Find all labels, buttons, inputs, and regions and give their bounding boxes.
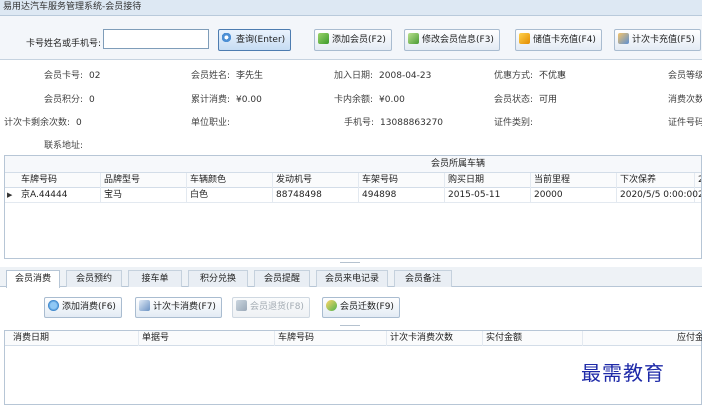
- search-label: 卡号姓名或手机号:: [26, 39, 102, 49]
- member-consume-count: 消费次数: [668, 95, 702, 105]
- member-balance: 卡内余额: ¥0.00: [334, 95, 405, 105]
- search-icon: [222, 33, 233, 44]
- consumption-col-date[interactable]: 消费日期: [5, 331, 139, 346]
- vehicle-color: 白色: [187, 188, 273, 203]
- vehicle-col-engine[interactable]: 发动机号: [273, 173, 359, 188]
- transfer-icon: [326, 300, 337, 311]
- add-member-label: 添加会员(F2): [332, 35, 386, 45]
- splitter-handle[interactable]: [340, 262, 360, 263]
- member-card-no: 会员卡号: 02: [44, 71, 101, 81]
- tab-reception-order[interactable]: 接车单: [128, 270, 182, 287]
- vehicle-col-plate[interactable]: 车牌号码: [5, 173, 101, 188]
- member-join-date: 加入日期: 2008-04-23: [334, 71, 432, 81]
- count-card-consume-button[interactable]: 计次卡消费(F7): [135, 297, 222, 318]
- detail-tabs: 会员消费 会员预约 接车单 积分兑换 会员提醒 会员来电记录 会员备注: [0, 267, 702, 288]
- vehicle-mileage: 20000: [531, 188, 617, 203]
- count-card-icon: [618, 33, 629, 44]
- member-employer: 单位职业:: [191, 118, 231, 128]
- vehicle-col-purchase-date[interactable]: 购买日期: [445, 173, 531, 188]
- card-icon: [139, 300, 150, 311]
- member-level: 会员等级: [668, 71, 702, 81]
- member-phone: 手机号: 13088863270: [344, 118, 444, 128]
- member-id-no: 证件号码: [668, 118, 702, 128]
- vehicle-col-frame[interactable]: 车架号码: [359, 173, 445, 188]
- edit-member-label: 修改会员信息(F3): [422, 35, 494, 45]
- consumption-col-payable[interactable]: 应付金额: [583, 331, 702, 346]
- vehicle-purchase-date: 2015-05-11: [445, 188, 531, 203]
- return-icon: [236, 300, 247, 311]
- consumption-col-plate[interactable]: 车牌号码: [275, 331, 387, 346]
- add-member-icon: [318, 33, 329, 44]
- vehicle-col-next-service[interactable]: 下次保养: [617, 173, 695, 188]
- add-circle-icon: [48, 300, 59, 311]
- vehicle-plate: 京A.44444: [5, 188, 101, 203]
- tab-call-records[interactable]: 会员来电记录: [316, 270, 388, 287]
- vehicle-col-extra[interactable]: 2: [695, 173, 701, 188]
- edit-member-button[interactable]: 修改会员信息(F3): [404, 29, 500, 51]
- member-info-panel: 会员卡号: 02 会员姓名: 李先生 加入日期: 2008-04-23 优惠方式: 不优…: [0, 60, 702, 153]
- vehicle-engine: 88748498: [273, 188, 359, 203]
- tab-member-reminder[interactable]: 会员提醒: [254, 270, 310, 287]
- vehicle-next-service: 2020/5/5 0:00:00: [617, 188, 698, 203]
- member-points: 会员积分: 0: [44, 95, 95, 105]
- watermark-text: 最需教育: [581, 361, 665, 385]
- vehicle-extra: 2: [695, 188, 701, 203]
- stored-value-recharge-button[interactable]: 储值卡充值(F4): [515, 29, 602, 51]
- consumption-col-paid[interactable]: 实付金额: [483, 331, 583, 346]
- add-consumption-label: 添加消费(F6): [62, 302, 116, 312]
- query-button[interactable]: 查询(Enter): [218, 29, 292, 51]
- member-migrate-button[interactable]: 会员迁数(F9): [322, 297, 400, 318]
- member-id-type: 证件类别:: [494, 118, 534, 128]
- member-total-spent: 累计消费: ¥0.00: [191, 95, 262, 105]
- vehicle-brand: 宝马: [101, 188, 187, 203]
- consumption-col-count-consume[interactable]: 计次卡消费次数: [387, 331, 483, 346]
- count-card-consume-label: 计次卡消费(F7): [153, 302, 216, 312]
- vehicle-grid: 会员所属车辆 车牌号码 品牌型号 车辆颜色 发动机号 车架号码 购买日期 当前里…: [4, 155, 702, 259]
- tab-member-consumption[interactable]: 会员消费: [6, 270, 60, 288]
- vehicle-col-brand[interactable]: 品牌型号: [101, 173, 187, 188]
- vehicle-col-color[interactable]: 车辆颜色: [187, 173, 273, 188]
- vehicle-col-mileage[interactable]: 当前里程: [531, 173, 617, 188]
- member-migrate-label: 会员迁数(F9): [340, 302, 394, 312]
- consumption-toolbar: 添加消费(F6) 计次卡消费(F7) 会员退货(F8) 会员迁数(F9): [0, 288, 702, 324]
- window-title: 易用达汽车服务管理系统-会员接待: [0, 0, 702, 16]
- tab-member-appointment[interactable]: 会员预约: [66, 270, 122, 287]
- member-count-remaining: 计次卡剩余次数: 0: [4, 118, 82, 128]
- search-toolbar: 卡号姓名或手机号: 查询(Enter) 添加会员(F2) 修改会员信息(F3) …: [0, 16, 702, 60]
- stored-value-recharge-label: 储值卡充值(F4): [533, 35, 596, 45]
- member-status: 会员状态: 可用: [494, 95, 558, 105]
- member-return-button[interactable]: 会员退货(F8): [232, 297, 310, 318]
- count-card-recharge-button[interactable]: 计次卡充值(F5): [614, 29, 701, 51]
- add-member-button[interactable]: 添加会员(F2): [314, 29, 392, 51]
- splitter-handle-lower[interactable]: [340, 325, 360, 326]
- tab-points-exchange[interactable]: 积分兑换: [188, 270, 248, 287]
- vehicle-grid-caption: 会员所属车辆: [5, 156, 701, 173]
- member-name: 会员姓名: 李先生: [191, 71, 264, 81]
- member-return-label: 会员退货(F8): [250, 302, 304, 312]
- search-input[interactable]: [103, 29, 209, 49]
- consumption-grid-header: 消费日期 单据号 车牌号码 计次卡消费次数 实付金额 应付金额: [5, 331, 702, 346]
- consumption-col-bill-no[interactable]: 单据号: [139, 331, 275, 346]
- member-address: 联系地址:: [44, 141, 84, 151]
- tab-member-notes[interactable]: 会员备注: [394, 270, 452, 287]
- wallet-icon: [519, 33, 530, 44]
- add-consumption-button[interactable]: 添加消费(F6): [44, 297, 122, 318]
- query-button-label: 查询(Enter): [236, 35, 286, 45]
- vehicle-grid-header: 车牌号码 品牌型号 车辆颜色 发动机号 车架号码 购买日期 当前里程 下次保养 …: [5, 173, 701, 188]
- count-card-recharge-label: 计次卡充值(F5): [632, 35, 695, 45]
- vehicle-frame: 494898: [359, 188, 445, 203]
- edit-member-icon: [408, 33, 419, 44]
- table-row[interactable]: ▶ 京A.44444 宝马 白色 88748498 494898 2015-05…: [5, 188, 701, 203]
- member-discount: 优惠方式: 不优惠: [494, 71, 567, 81]
